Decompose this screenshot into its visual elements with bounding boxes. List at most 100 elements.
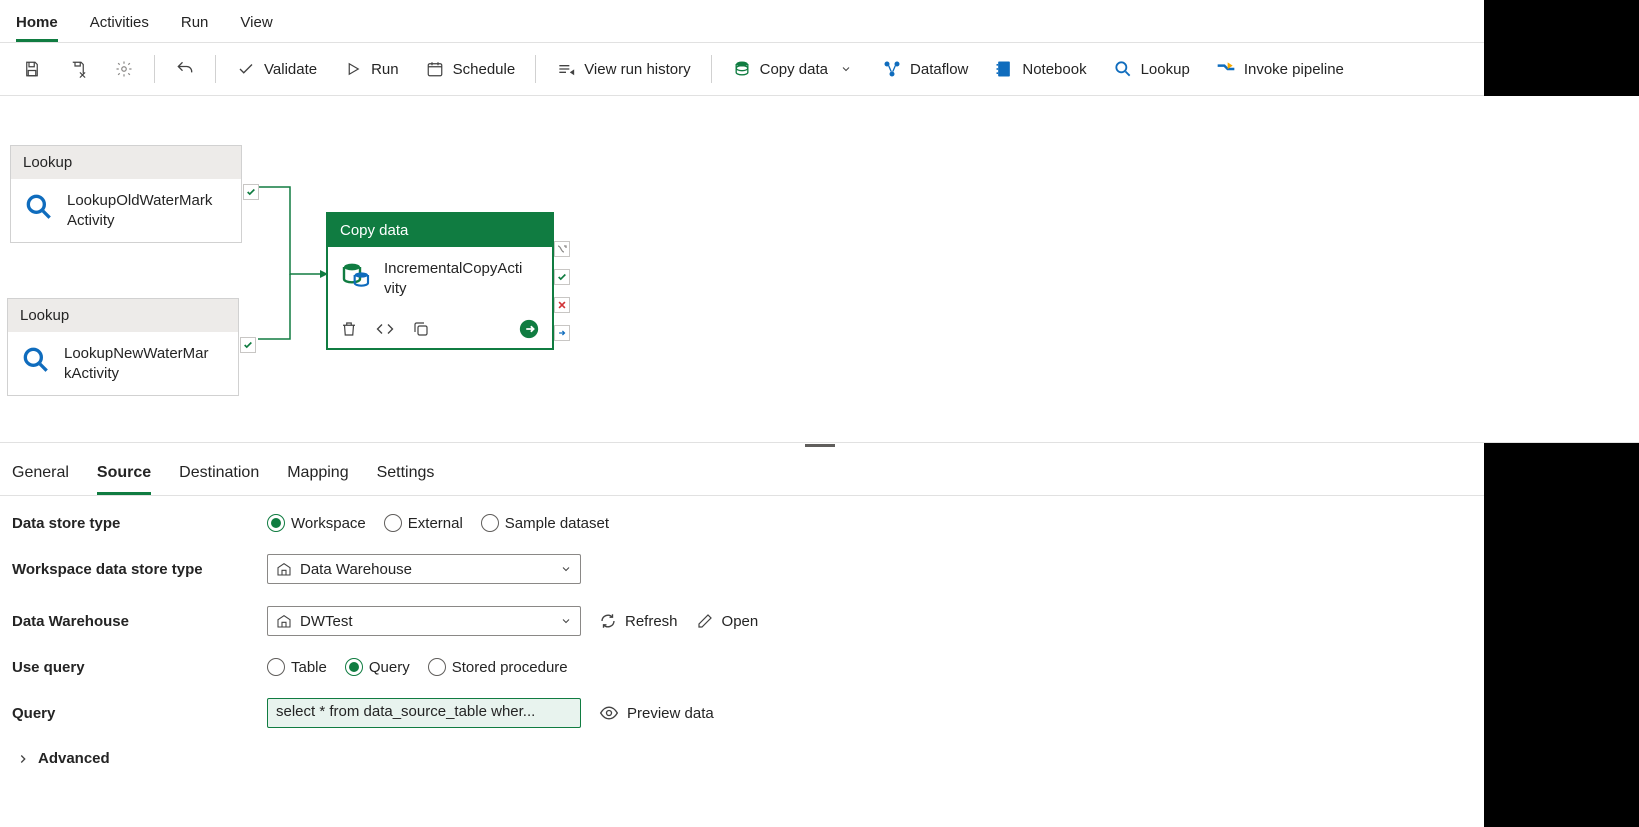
tab-run[interactable]: Run [181, 8, 209, 42]
notebook-label: Notebook [1022, 61, 1086, 78]
toolbar-separator [535, 55, 536, 83]
database-icon [340, 259, 372, 291]
success-port[interactable] [243, 184, 259, 200]
tab-activities[interactable]: Activities [90, 8, 149, 42]
chevron-down-icon [560, 563, 572, 575]
run-node-icon[interactable] [518, 318, 540, 340]
activity-node-copy-data[interactable]: Copy data IncrementalCopyActivity [326, 212, 554, 350]
label-data-store-type: Data store type [12, 515, 267, 532]
toolbar-separator [711, 55, 712, 83]
refresh-label: Refresh [625, 613, 678, 630]
search-icon [23, 191, 55, 223]
fail-port[interactable] [554, 297, 570, 313]
tab-general[interactable]: General [12, 458, 69, 495]
ribbon-tabs: Home Activities Run View [0, 0, 1639, 43]
lookup-label: Lookup [1141, 61, 1190, 78]
preview-label: Preview data [627, 705, 714, 722]
radio-query[interactable]: Query [345, 658, 410, 676]
radio-sample-dataset[interactable]: Sample dataset [481, 514, 609, 532]
skip-port[interactable] [554, 241, 570, 257]
label-workspace-data-store-type: Workspace data store type [12, 561, 267, 578]
tab-mapping[interactable]: Mapping [287, 458, 348, 495]
save-as-button[interactable] [58, 53, 98, 85]
select-data-warehouse[interactable]: DWTest [267, 606, 581, 636]
notebook-button[interactable]: Notebook [984, 53, 1096, 85]
schedule-label: Schedule [453, 61, 516, 78]
tab-source[interactable]: Source [97, 458, 151, 495]
query-input[interactable]: select * from data_source_table wher... [267, 698, 581, 728]
notebook-icon [994, 59, 1014, 79]
label-data-warehouse: Data Warehouse [12, 613, 267, 630]
pipeline-canvas[interactable]: Lookup LookupOldWaterMarkActivity Lookup… [0, 96, 1639, 442]
save-button[interactable] [12, 53, 52, 85]
undo-button[interactable] [165, 53, 205, 85]
select-value: DWTest [300, 613, 353, 630]
panel-resize-handle[interactable] [0, 442, 1639, 448]
radio-label: Table [291, 659, 327, 676]
dataflow-button[interactable]: Dataflow [872, 53, 978, 85]
radio-mark-icon [267, 514, 285, 532]
open-label: Open [722, 613, 759, 630]
radio-label: External [408, 515, 463, 532]
toolbar: Validate Run Schedule View run history C… [0, 43, 1639, 96]
run-button[interactable]: Run [333, 53, 409, 85]
radio-table[interactable]: Table [267, 658, 327, 676]
radio-mark-icon [481, 514, 499, 532]
copy-data-label: Copy data [760, 61, 828, 78]
success-port[interactable] [240, 337, 256, 353]
invoke-pipeline-button[interactable]: Invoke pipeline [1206, 53, 1354, 85]
advanced-toggle[interactable]: Advanced [12, 750, 1627, 767]
validate-button[interactable]: Validate [226, 53, 327, 85]
tab-destination[interactable]: Destination [179, 458, 259, 495]
view-run-history-button[interactable]: View run history [546, 53, 700, 85]
radio-stored-procedure[interactable]: Stored procedure [428, 658, 568, 676]
warehouse-icon [276, 561, 292, 577]
radio-mark-icon [267, 658, 285, 676]
settings-button[interactable] [104, 53, 144, 85]
invoke-pipeline-label: Invoke pipeline [1244, 61, 1344, 78]
history-icon [556, 59, 576, 79]
radio-label: Query [369, 659, 410, 676]
open-button[interactable]: Open [696, 612, 759, 630]
calendar-icon [425, 59, 445, 79]
copy-icon[interactable] [412, 320, 430, 338]
advanced-label: Advanced [38, 750, 110, 767]
dataflow-label: Dataflow [910, 61, 968, 78]
save-as-icon [68, 59, 88, 79]
completion-port[interactable] [554, 325, 570, 341]
node-name: LookupOldWaterMarkActivity [67, 191, 217, 230]
tab-settings[interactable]: Settings [377, 458, 435, 495]
code-icon[interactable] [376, 320, 394, 338]
label-use-query: Use query [12, 659, 267, 676]
lookup-button[interactable]: Lookup [1103, 53, 1200, 85]
chevron-down-icon [836, 59, 856, 79]
delete-icon[interactable] [340, 320, 358, 338]
radio-external[interactable]: External [384, 514, 463, 532]
search-icon [1113, 59, 1133, 79]
preview-data-button[interactable]: Preview data [599, 705, 714, 722]
gear-icon [114, 59, 134, 79]
radio-mark-icon [428, 658, 446, 676]
run-label: Run [371, 61, 399, 78]
undo-icon [175, 59, 195, 79]
radio-mark-icon [384, 514, 402, 532]
radio-label: Workspace [291, 515, 366, 532]
source-form: Data store type Workspace External Sampl… [0, 496, 1639, 785]
tab-home[interactable]: Home [16, 8, 58, 42]
activity-node-lookup-old[interactable]: Lookup LookupOldWaterMarkActivity [10, 145, 242, 243]
activity-node-lookup-new[interactable]: Lookup LookupNewWaterMarkActivity [7, 298, 239, 396]
node-name: IncrementalCopyActivity [384, 259, 524, 298]
check-icon [236, 59, 256, 79]
schedule-button[interactable]: Schedule [415, 53, 526, 85]
copy-data-button[interactable]: Copy data [722, 53, 866, 85]
chevron-right-icon [16, 752, 30, 766]
tab-view[interactable]: View [240, 8, 272, 42]
success-port[interactable] [554, 269, 570, 285]
select-workspace-data-store-type[interactable]: Data Warehouse [267, 554, 581, 584]
radio-workspace[interactable]: Workspace [267, 514, 366, 532]
toolbar-separator [154, 55, 155, 83]
warehouse-icon [276, 613, 292, 629]
radio-mark-icon [345, 658, 363, 676]
refresh-button[interactable]: Refresh [599, 612, 678, 630]
validate-label: Validate [264, 61, 317, 78]
